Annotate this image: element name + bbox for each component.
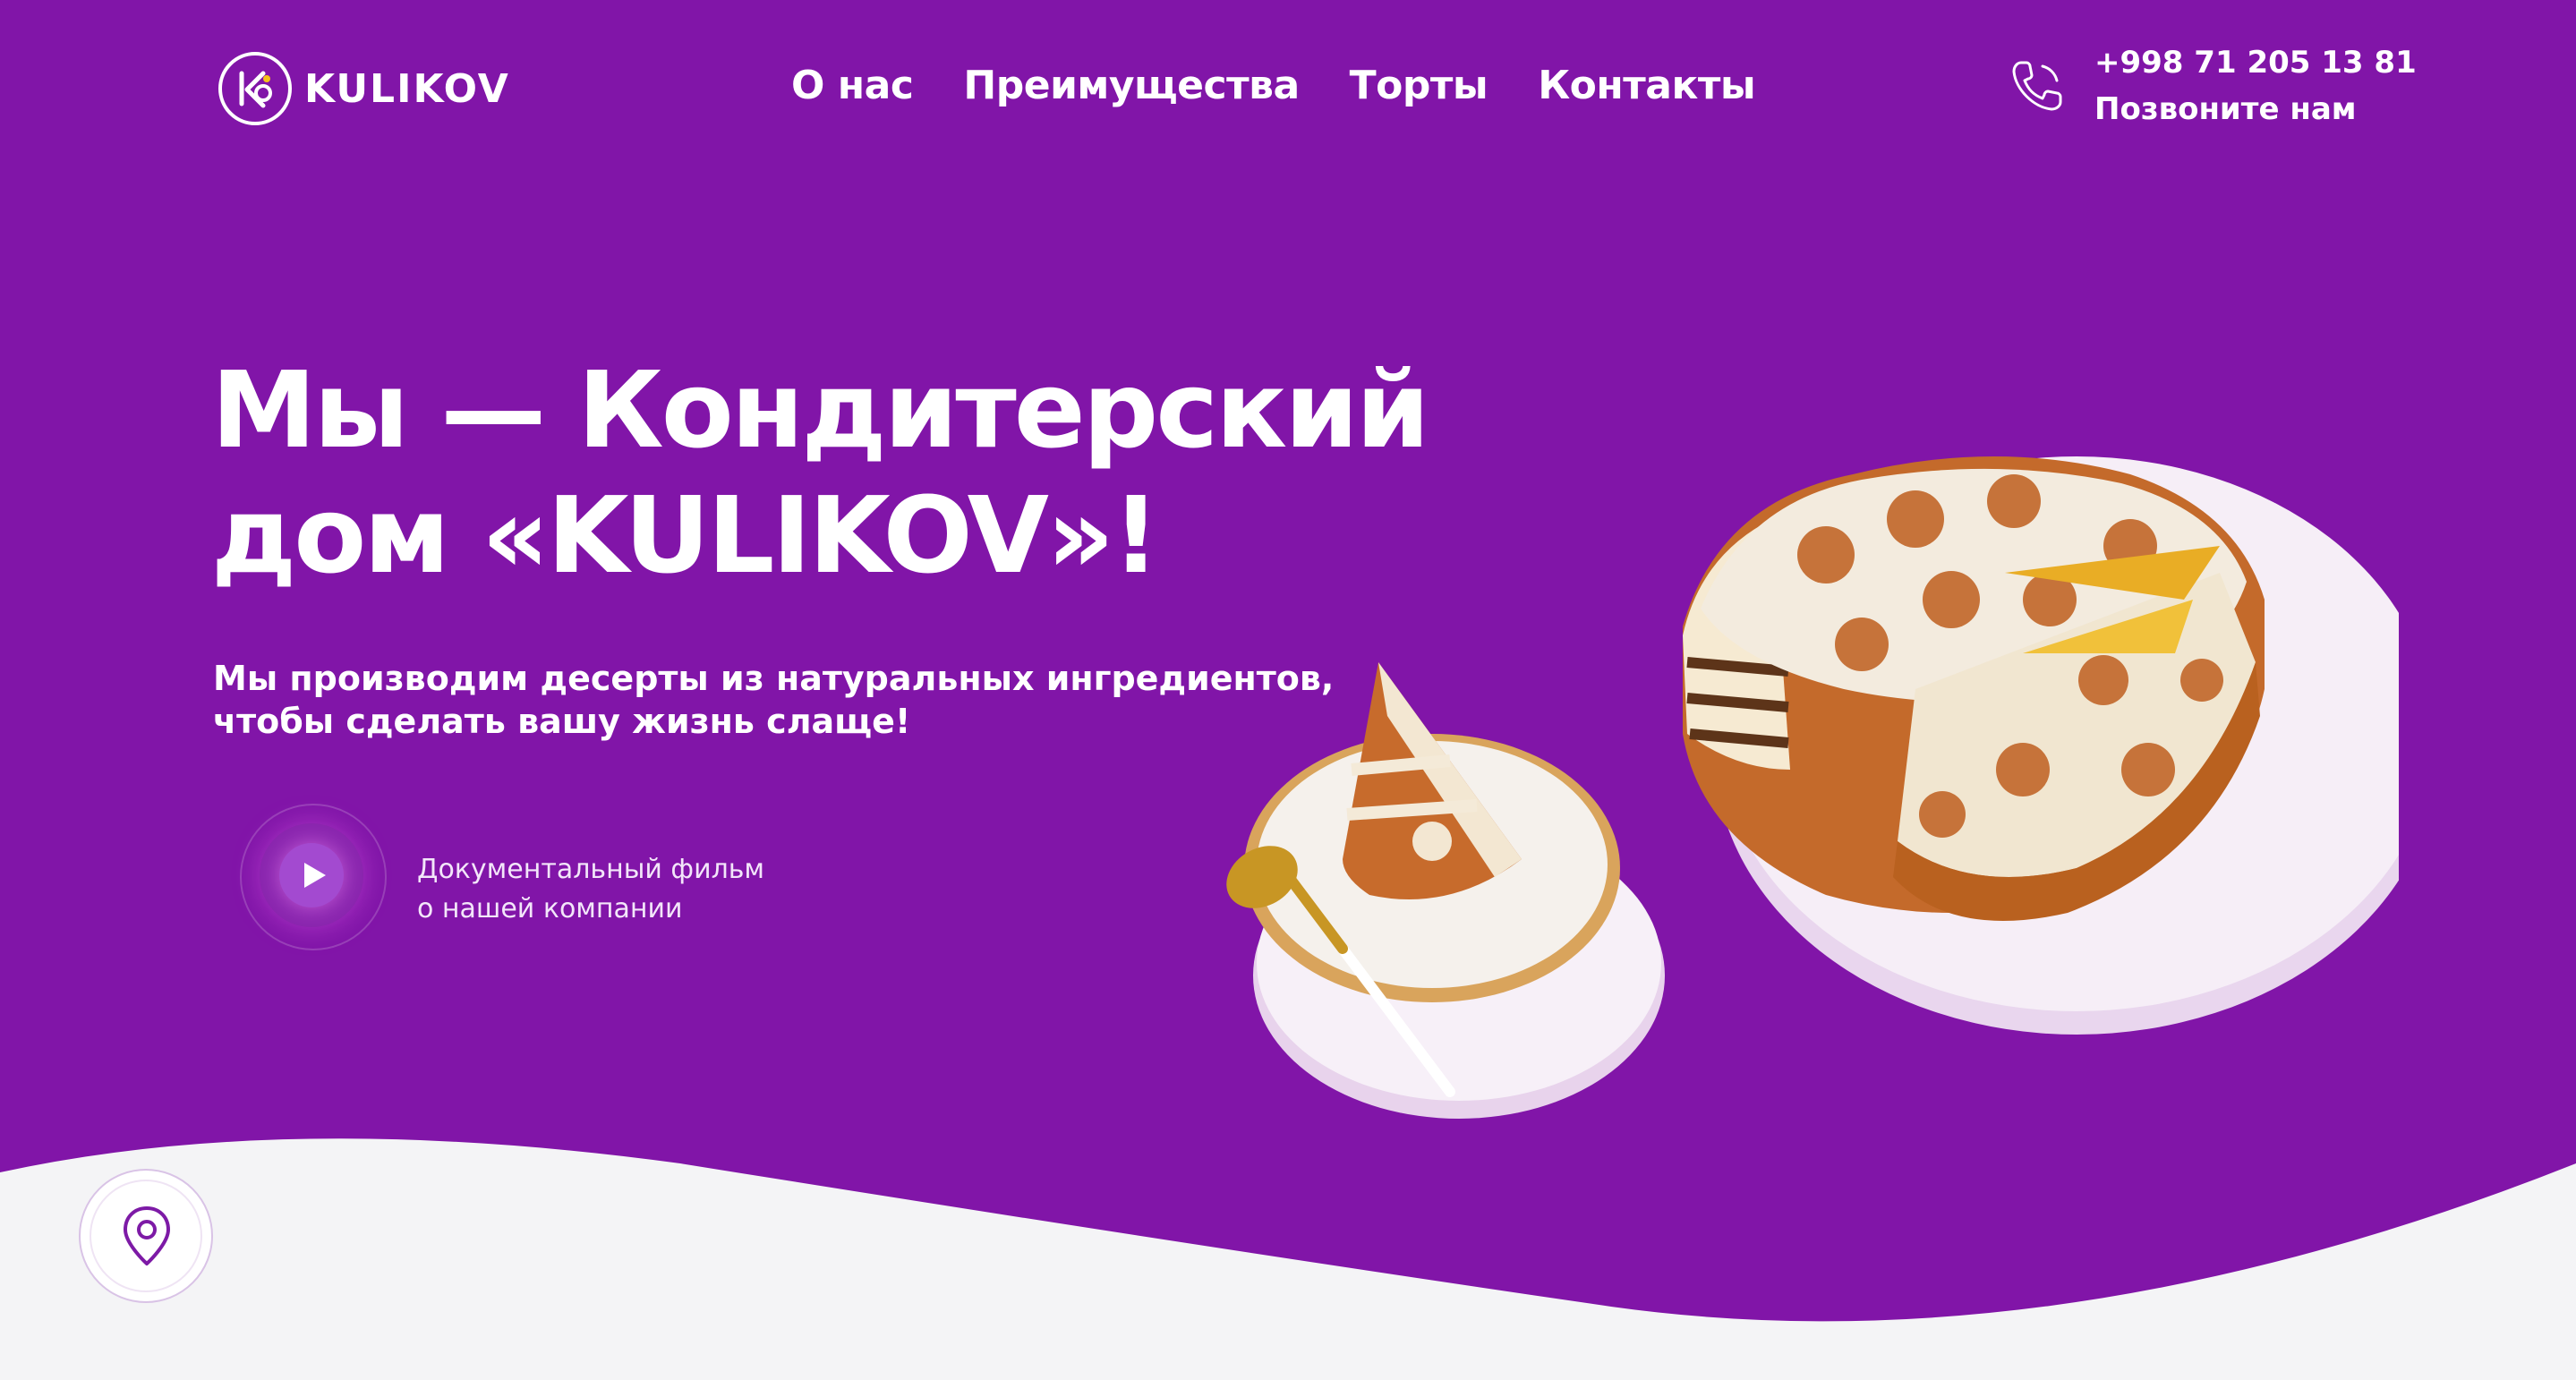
location-button[interactable] [79,1169,213,1303]
location-pin-icon [124,1206,170,1265]
bottom-wave [0,1138,2576,1380]
